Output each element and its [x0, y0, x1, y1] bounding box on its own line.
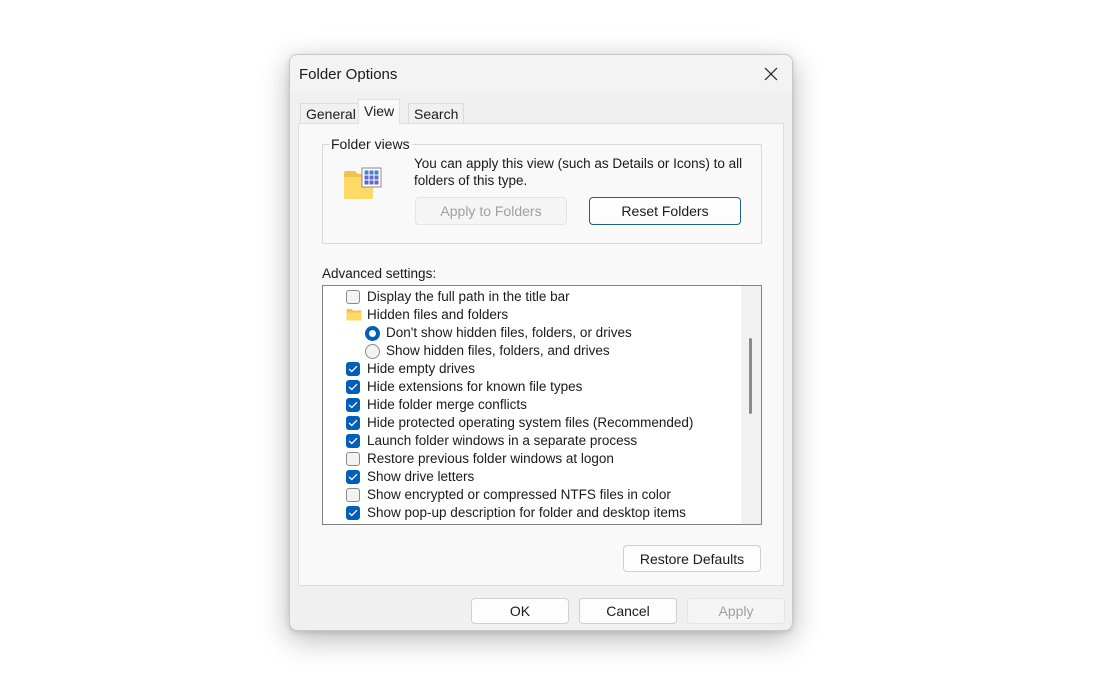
option-label: Hidden files and folders — [367, 307, 509, 322]
reset-folders-button[interactable]: Reset Folders — [589, 197, 741, 225]
cancel-button[interactable]: Cancel — [579, 598, 677, 624]
advanced-settings-label: Advanced settings: — [322, 266, 437, 281]
option-label: Hide empty drives — [367, 361, 476, 376]
radio-option[interactable]: Don't show hidden files, folders, or dri… — [323, 324, 741, 342]
checkbox-option[interactable]: Hide folder merge conflicts — [323, 396, 741, 414]
checkbox-option[interactable]: Show drive letters — [323, 468, 741, 486]
folder-views-description: You can apply this view (such as Details… — [414, 156, 743, 188]
checkbox-checked[interactable] — [346, 380, 360, 394]
option-label: Hide extensions for known file types — [367, 379, 583, 394]
checkmark-icon — [348, 437, 358, 445]
checkbox-option[interactable]: Display the full path in the title bar — [323, 288, 741, 306]
checkbox-checked[interactable] — [346, 470, 360, 484]
checkbox-option[interactable]: Restore previous folder windows at logon — [323, 450, 741, 468]
tab-general[interactable]: General — [300, 103, 362, 123]
checkbox-option[interactable]: Launch folder windows in a separate proc… — [323, 432, 741, 450]
vertical-scrollbar[interactable] — [741, 286, 761, 524]
close-button[interactable] — [756, 59, 786, 89]
checkmark-icon — [348, 509, 358, 517]
checkmark-icon — [348, 383, 358, 391]
tab-view[interactable]: View — [358, 99, 401, 124]
title-bar[interactable]: Folder Options — [290, 55, 792, 93]
option-label: Don't show hidden files, folders, or dri… — [386, 325, 632, 340]
folder-icon — [346, 309, 362, 321]
tab-search[interactable]: Search — [408, 103, 465, 123]
checkbox-option[interactable]: Show pop-up description for folder and d… — [323, 504, 741, 522]
advanced-settings-list[interactable]: Display the full path in the title bar Hi… — [322, 285, 762, 525]
folder-icon-wrapper — [346, 308, 362, 321]
option-label: Show drive letters — [367, 469, 475, 484]
view-tab-panel: Folder views You can apply this view (su… — [298, 123, 784, 586]
ok-button[interactable]: OK — [471, 598, 569, 624]
apply-to-folders-button[interactable]: Apply to Folders — [415, 197, 567, 225]
checkbox-unchecked[interactable] — [346, 488, 360, 502]
settings-group-header: Hidden files and folders — [323, 306, 741, 324]
scrollbar-thumb[interactable] — [749, 338, 752, 414]
checkbox-unchecked[interactable] — [346, 452, 360, 466]
checkmark-icon — [348, 473, 358, 481]
folder-view-icon — [344, 167, 382, 199]
checkbox-checked[interactable] — [346, 416, 360, 430]
checkbox-option[interactable]: Hide empty drives — [323, 360, 741, 378]
radio-unselected[interactable] — [365, 343, 380, 359]
radio-selected[interactable] — [365, 325, 380, 341]
checkbox-option[interactable]: Hide extensions for known file types — [323, 378, 741, 396]
checkbox-checked[interactable] — [346, 506, 360, 520]
option-label: Launch folder windows in a separate proc… — [367, 433, 638, 448]
folder-options-dialog: Folder Options General View Search Folde… — [289, 54, 793, 631]
option-label: Hide folder merge conflicts — [367, 397, 527, 412]
checkbox-checked[interactable] — [346, 434, 360, 448]
checkbox-checked[interactable] — [346, 524, 360, 525]
folder-views-group: Folder views You can apply this view (su… — [322, 136, 762, 244]
option-label: Show pop-up description for folder and d… — [367, 505, 686, 520]
folder-views-legend: Folder views — [329, 136, 412, 152]
restore-defaults-button[interactable]: Restore Defaults — [623, 545, 761, 572]
dialog-footer: OK Cancel Apply — [290, 586, 792, 632]
option-label: Show encrypted or compressed NTFS files … — [367, 487, 671, 502]
option-label: Display the full path in the title bar — [367, 289, 570, 304]
option-label: Hide protected operating system files (R… — [367, 415, 694, 430]
checkbox-checked[interactable] — [346, 398, 360, 412]
close-icon — [764, 67, 778, 81]
checkmark-icon — [348, 365, 358, 373]
checkbox-unchecked[interactable] — [346, 290, 360, 304]
radio-option[interactable]: Show hidden files, folders, and drives — [323, 342, 741, 360]
checkbox-option[interactable]: Show encrypted or compressed NTFS files … — [323, 486, 741, 504]
window-title: Folder Options — [299, 66, 398, 83]
advanced-settings-items: Display the full path in the title bar Hi… — [323, 288, 741, 525]
checkbox-option[interactable] — [323, 522, 741, 525]
option-label: Restore previous folder windows at logon — [367, 451, 614, 466]
apply-button[interactable]: Apply — [687, 598, 785, 624]
checkmark-icon — [348, 401, 358, 409]
checkmark-icon — [348, 419, 358, 427]
checkbox-checked[interactable] — [346, 362, 360, 376]
checkbox-option[interactable]: Hide protected operating system files (R… — [323, 414, 741, 432]
option-label: Show hidden files, folders, and drives — [386, 343, 610, 358]
